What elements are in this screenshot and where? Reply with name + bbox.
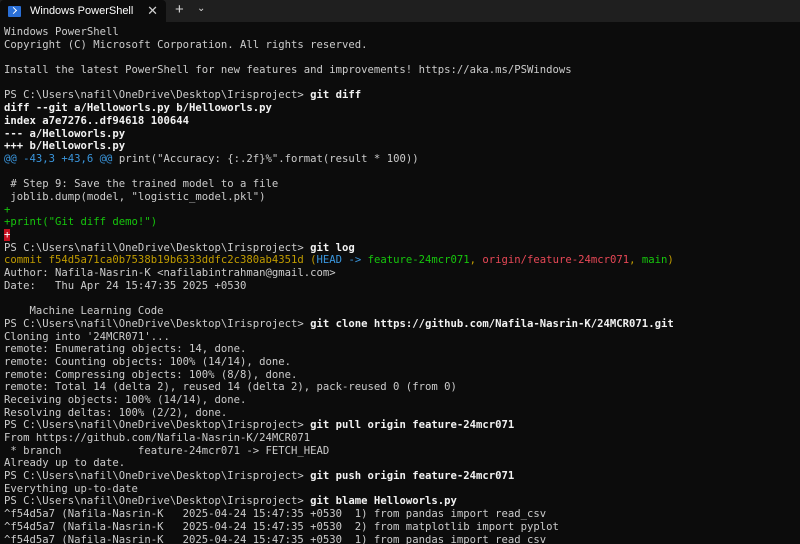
diff-added-line: +print("Git diff demo!"): [4, 216, 158, 229]
commit-line: commit f54d5a71ca0b7538b19b6333ddfc2c380…: [4, 254, 796, 267]
output-line: Everything up-to-date: [4, 482, 138, 495]
terminal-window: Windows PowerShell ✕ + ⌄ Windows PowerSh…: [0, 0, 800, 544]
diff-header: index a7e7276..df94618 100644: [4, 114, 189, 127]
ref-paren-close: ): [667, 254, 674, 267]
diff-header: --- a/Helloworls.py: [4, 127, 126, 140]
ref-separator: ,: [469, 254, 483, 267]
tab-windows-powershell[interactable]: Windows PowerShell ✕: [0, 0, 166, 22]
prompt-line: PS C:\Users\nafil\OneDrive\Desktop\Irisp…: [4, 419, 796, 432]
command: git pull origin feature-24mcr071: [310, 419, 515, 432]
prompt-line: PS C:\Users\nafil\OneDrive\Desktop\Irisp…: [4, 495, 796, 508]
output-line: Resolving deltas: 100% (2/2), done.: [4, 406, 228, 419]
command: git diff: [310, 89, 362, 102]
new-tab-icon[interactable]: +: [175, 1, 184, 18]
output-line: remote: Total 14 (delta 2), reused 14 (d…: [4, 381, 457, 394]
prompt: PS C:\Users\nafil\OneDrive\Desktop\Irisp…: [4, 470, 311, 483]
output-line: Install the latest PowerShell for new fe…: [4, 64, 572, 77]
blame-line: ^f54d5a7 (Nafila-Nasrin-K 2025-04-24 15:…: [4, 520, 559, 533]
command: git clone https://github.com/Nafila-Nasr…: [310, 317, 674, 330]
powershell-icon: [8, 5, 21, 17]
blame-line: ^f54d5a7 (Nafila-Nasrin-K 2025-04-24 15:…: [4, 508, 547, 521]
prompt: PS C:\Users\nafil\OneDrive\Desktop\Irisp…: [4, 317, 311, 330]
ref-origin-branch: origin/feature-24mcr071: [482, 254, 630, 267]
prompt: PS C:\Users\nafil\OneDrive\Desktop\Irisp…: [4, 89, 311, 102]
ref-separator: ,: [629, 254, 642, 267]
diff-context-line: # Step 9: Save the trained model to a fi…: [4, 178, 279, 191]
output-line: Machine Learning Code: [4, 305, 164, 318]
diff-added-line: +: [4, 203, 11, 216]
diff-hunk-line: @@ -43,3 +43,6 @@ print("Accuracy: {:.2f…: [4, 153, 796, 166]
diff-header: +++ b/Helloworls.py: [4, 140, 126, 153]
output-line: Cloning into '24MCR071'...: [4, 330, 170, 343]
prompt: PS C:\Users\nafil\OneDrive\Desktop\Irisp…: [4, 419, 311, 432]
prompt: PS C:\Users\nafil\OneDrive\Desktop\Irisp…: [4, 241, 311, 254]
title-bar: Windows PowerShell ✕ + ⌄: [0, 0, 800, 22]
output-line: Already up to date.: [4, 457, 126, 470]
ref-head: HEAD: [316, 254, 343, 267]
output-line: remote: Enumerating objects: 14, done.: [4, 343, 247, 356]
blame-line: ^f54d5a7 (Nafila-Nasrin-K 2025-04-24 15:…: [4, 533, 547, 544]
output-line: Author: Nafila-Nasrin-K <nafilabintrahma…: [4, 267, 336, 280]
diff-added-line: +: [4, 229, 796, 242]
command: git push origin feature-24mcr071: [310, 470, 515, 483]
commit-hash: commit f54d5a71ca0b7538b19b6333ddfc2c380…: [4, 254, 304, 267]
output-line: Windows PowerShell: [4, 26, 119, 38]
prompt-line: PS C:\Users\nafil\OneDrive\Desktop\Irisp…: [4, 89, 796, 102]
ref-main: main: [641, 254, 668, 267]
command: git blame Helloworls.py: [310, 495, 457, 508]
hunk-header: @@ -43,3 +43,6 @@: [4, 152, 113, 165]
diff-header: diff --git a/Helloworls.py b/Helloworls.…: [4, 102, 272, 115]
output-line: Copyright (C) Microsoft Corporation. All…: [4, 38, 368, 51]
diff-context-line: joblib.dump(model, "logistic_model.pkl"): [4, 190, 266, 203]
prompt-line: PS C:\Users\nafil\OneDrive\Desktop\Irisp…: [4, 470, 796, 483]
terminal-output[interactable]: Windows PowerShell Copyright (C) Microso…: [4, 26, 796, 544]
output-line: remote: Counting objects: 100% (14/14), …: [4, 355, 292, 368]
output-line: remote: Compressing objects: 100% (8/8),…: [4, 368, 298, 381]
output-line: Receiving objects: 100% (14/14), done.: [4, 393, 247, 406]
chevron-down-icon[interactable]: ⌄: [197, 3, 205, 14]
close-tab-icon[interactable]: ✕: [147, 3, 158, 19]
ref-arrow: ->: [342, 254, 368, 267]
whitespace-error-marker: +: [4, 229, 11, 241]
prompt-line: PS C:\Users\nafil\OneDrive\Desktop\Irisp…: [4, 318, 796, 331]
command: git log: [310, 241, 355, 254]
ref-branch: feature-24mcr071: [367, 254, 470, 267]
hunk-context: print("Accuracy: {:.2f}%".format(result …: [112, 152, 419, 165]
prompt: PS C:\Users\nafil\OneDrive\Desktop\Irisp…: [4, 495, 311, 508]
output-line: * branch feature-24mcr071 -> FETCH_HEAD: [4, 444, 330, 457]
output-line: Date: Thu Apr 24 15:47:35 2025 +0530: [4, 279, 247, 292]
output-line: From https://github.com/Nafila-Nasrin-K/…: [4, 432, 311, 444]
prompt-line: PS C:\Users\nafil\OneDrive\Desktop\Irisp…: [4, 242, 796, 255]
tab-title: Windows PowerShell: [30, 5, 134, 17]
